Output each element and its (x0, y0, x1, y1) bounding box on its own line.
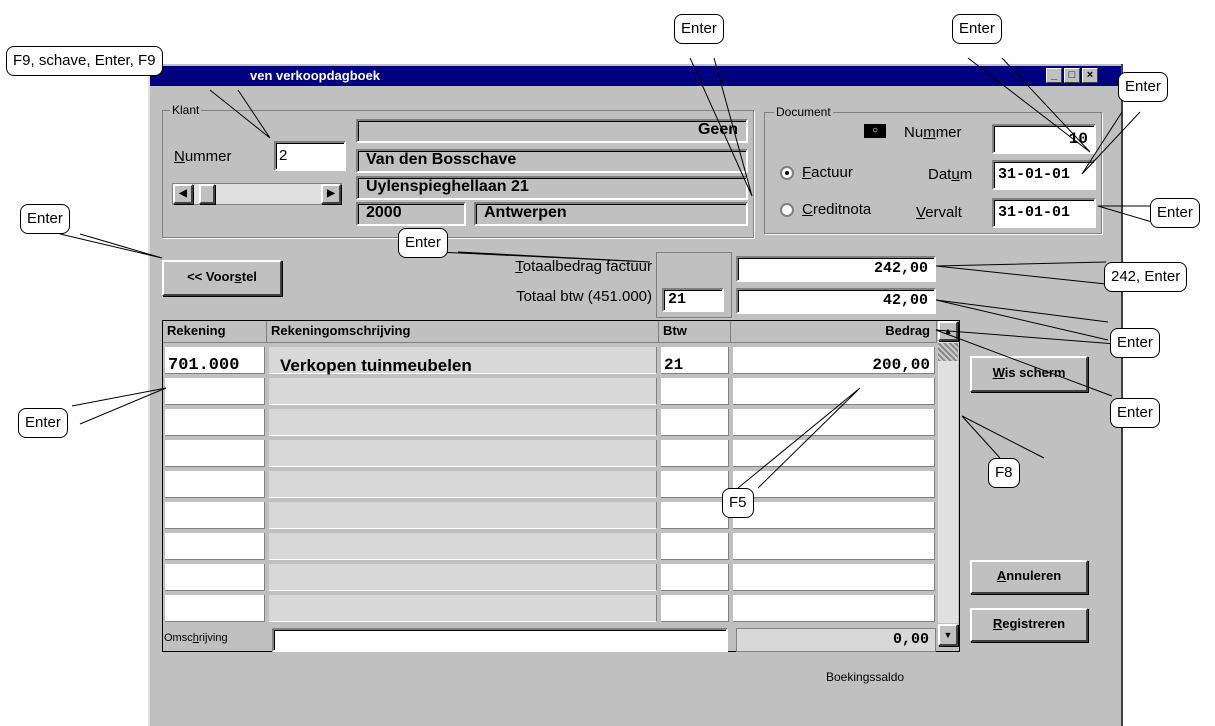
row1-btw[interactable]: 21 (664, 356, 683, 374)
table-cell[interactable] (661, 564, 729, 591)
callout-242-enter: 242, Enter (1104, 262, 1188, 292)
factuur-radio[interactable] (780, 166, 794, 180)
minimize-icon[interactable]: _ (1046, 68, 1062, 83)
callout-enter-totaal: Enter (398, 228, 448, 258)
voorstel-button[interactable]: << Voorstel (162, 260, 282, 296)
totaal-label: Totaalbedrag factuur (515, 258, 652, 275)
scroll-up-icon[interactable]: ▲ (938, 321, 958, 341)
callout-enter-bedrag: Enter (1110, 398, 1160, 428)
omschrijving-input[interactable] (272, 628, 728, 652)
document-nummer-input[interactable]: 10 (992, 124, 1096, 154)
callout-enter-rekening: Enter (18, 408, 68, 438)
callout-f9-schave: F9, schave, Enter, F9 (6, 46, 163, 76)
callout-enter-vervalt: Enter (1150, 198, 1200, 228)
factuur-label[interactable]: Factuur (802, 164, 853, 181)
creditnota-label[interactable]: Creditnota (802, 201, 871, 218)
annuleren-button[interactable]: Annuleren (970, 560, 1088, 594)
table-cell[interactable] (733, 595, 935, 622)
lookup-icon[interactable]: ○ (864, 124, 886, 138)
header-btw: Btw (659, 321, 731, 343)
klant-type: Geen (356, 119, 748, 143)
document-group-label: Document (774, 105, 833, 119)
table-cell[interactable] (733, 409, 935, 436)
table-cell[interactable] (269, 502, 657, 529)
table-cell[interactable] (269, 533, 657, 560)
klant-gemeente: Antwerpen (474, 202, 748, 226)
klant-scrollbar[interactable]: ◀ ▶ (172, 183, 342, 205)
scroll-thumb[interactable] (199, 184, 215, 204)
scroll-down-icon[interactable]: ▼ (938, 624, 958, 646)
boekingssaldo-label: Boekingssaldo (826, 670, 905, 684)
table-cell[interactable] (661, 595, 729, 622)
callout-enter-btw: Enter (1110, 328, 1160, 358)
table-cell[interactable] (269, 471, 657, 498)
scroll-thumb-v[interactable] (938, 343, 958, 361)
table-cell[interactable] (165, 502, 265, 529)
table-cell[interactable] (269, 564, 657, 591)
registreren-button[interactable]: Registreren (970, 608, 1088, 642)
callout-f8: F8 (988, 458, 1020, 488)
vervalt-label: Vervalt (916, 204, 962, 221)
table-cell[interactable] (733, 471, 935, 498)
omschrijving-label: Omschrijving (164, 632, 228, 644)
table-cell[interactable] (733, 378, 935, 405)
table-cell[interactable] (165, 378, 265, 405)
row1-rekening[interactable]: 701.000 (168, 356, 239, 375)
callout-enter-nummer: Enter (952, 14, 1002, 44)
klant-nummer-input[interactable]: 2 (274, 141, 346, 171)
table-cell[interactable] (269, 409, 657, 436)
table-cell[interactable] (269, 378, 657, 405)
table-cell[interactable] (269, 440, 657, 467)
header-rekening: Rekening (163, 321, 267, 343)
klant-nummer-label: Nummer (174, 148, 232, 165)
table-cell[interactable] (733, 502, 935, 529)
maximize-icon[interactable]: □ (1064, 68, 1080, 83)
table-cell[interactable] (165, 471, 265, 498)
btw-rate-input[interactable]: 21 (662, 288, 724, 312)
klant-postcode: 2000 (356, 202, 466, 226)
table-cell[interactable] (661, 471, 729, 498)
callout-enter-voorstel: Enter (20, 204, 70, 234)
table-cell[interactable] (661, 440, 729, 467)
document-nummer-label: Nummer (904, 124, 962, 141)
callout-enter-factuur: Enter (674, 14, 724, 44)
btw-value[interactable]: 42,00 (736, 288, 936, 314)
table-cell[interactable] (165, 440, 265, 467)
table-cell[interactable] (661, 378, 729, 405)
table-cell[interactable] (661, 533, 729, 560)
table-cell[interactable] (269, 595, 657, 622)
window-title: ven verkoopdagboek (150, 66, 1121, 86)
table-cell[interactable] (165, 595, 265, 622)
totaal-value[interactable]: 242,00 (736, 256, 936, 282)
table-scrollbar[interactable]: ▲ (938, 321, 958, 623)
row1-omschrijving: Verkopen tuinmeubelen (280, 356, 472, 375)
callout-enter-datum: Enter (1118, 72, 1168, 102)
table-cell[interactable] (733, 533, 935, 560)
header-rekeningomschrijving: Rekeningomschrijving (267, 321, 659, 343)
table-cell[interactable] (733, 564, 935, 591)
datum-input[interactable]: 31-01-01 (992, 160, 1096, 190)
table-cell[interactable] (165, 564, 265, 591)
table-cell[interactable] (661, 409, 729, 436)
table-cell[interactable] (165, 409, 265, 436)
table-cell[interactable] (661, 502, 729, 529)
callout-f5: F5 (722, 488, 754, 518)
datum-label: Datum (928, 166, 973, 183)
scroll-right-icon[interactable]: ▶ (321, 184, 341, 204)
row1-bedrag[interactable]: 200,00 (740, 356, 930, 374)
totaal-btw-label: Totaal btw (451.000) (516, 288, 652, 305)
close-icon[interactable]: × (1082, 68, 1098, 83)
klant-naam: Van den Bosschave (356, 149, 748, 173)
klant-adres: Uylenspieghellaan 21 (356, 176, 748, 200)
boekingssaldo-value: 0,00 (736, 628, 936, 652)
creditnota-radio[interactable] (780, 203, 794, 217)
scroll-left-icon[interactable]: ◀ (173, 184, 193, 204)
wis-scherm-button[interactable]: Wis scherm (970, 356, 1088, 392)
header-bedrag: Bedrag (731, 321, 937, 343)
table-cell[interactable] (733, 440, 935, 467)
vervalt-input[interactable]: 31-01-01 (992, 198, 1096, 228)
klant-group-label: Klant (170, 103, 202, 117)
table-cell[interactable] (165, 533, 265, 560)
